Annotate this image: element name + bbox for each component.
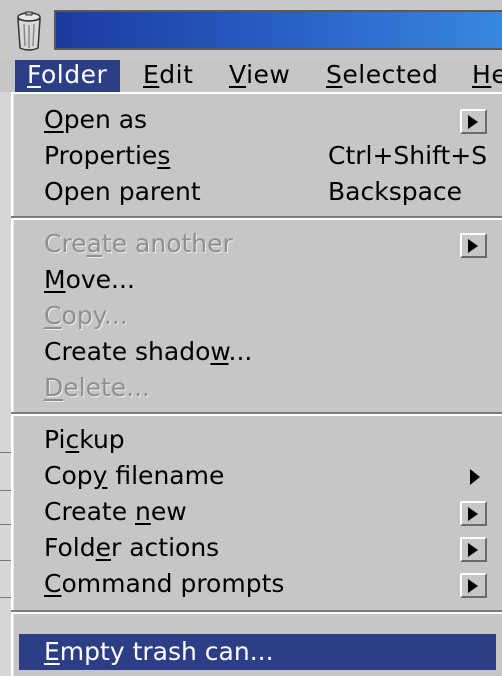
menu-selected-mnemonic: S: [326, 60, 343, 89]
menu-item-copy-filename[interactable]: Copy filename: [13, 458, 502, 494]
menu-item-shortcut: Ctrl+Shift+S: [328, 141, 488, 170]
submenu-arrow-icon: [469, 468, 483, 488]
menu-separator: [11, 610, 502, 614]
submenu-arrow-icon: [460, 501, 487, 526]
menu-folder-label: older: [41, 60, 108, 89]
menu-item-create-shadow[interactable]: Create shadow...: [13, 334, 502, 370]
folder-dropdown-menu: Open as Properties Ctrl+Shift+S Open par…: [11, 92, 502, 676]
menu-item-label: Open as: [44, 105, 148, 134]
menu-item-copy[interactable]: Copy...: [13, 298, 502, 334]
menu-item-shortcut: Backspace: [328, 177, 463, 206]
menu-item-folder-actions[interactable]: Folder actions: [13, 530, 502, 566]
menu-selected-label: elected: [342, 60, 439, 89]
menu-item-label: Folder actions: [44, 533, 220, 562]
menu-item-label: Properties: [44, 141, 171, 170]
menu-item-label: Copy...: [44, 301, 128, 330]
submenu-arrow-icon: [460, 537, 487, 562]
submenu-arrow-icon: [460, 109, 487, 134]
trash-can-icon[interactable]: [14, 10, 44, 52]
menu-item-move[interactable]: Move...: [13, 262, 502, 298]
menu-item-label: Empty trash can...: [44, 637, 274, 666]
menu-help-label: e: [491, 60, 502, 89]
menu-item-properties[interactable]: Properties Ctrl+Shift+S: [13, 138, 502, 174]
menu-edit[interactable]: Edit: [131, 60, 205, 92]
menu-item-label: Command prompts: [44, 569, 285, 598]
menu-edit-mnemonic: E: [143, 60, 160, 89]
menu-item-label: Copy filename: [44, 461, 225, 490]
menu-item-create-another[interactable]: Create another: [13, 226, 502, 262]
menu-item-command-prompts[interactable]: Command prompts: [13, 566, 502, 602]
menu-separator: [11, 412, 502, 416]
menu-help[interactable]: He: [460, 60, 502, 92]
menu-item-create-new[interactable]: Create new: [13, 494, 502, 530]
menu-item-label: Move...: [44, 265, 135, 294]
menu-view-label: iew: [246, 60, 291, 89]
submenu-arrow-icon: [460, 573, 487, 598]
menu-bar: Folder Edit View Selected He: [0, 60, 502, 92]
title-bar-gradient[interactable]: [54, 10, 502, 50]
menu-folder[interactable]: Folder: [15, 60, 120, 92]
menu-item-label: Pickup: [44, 425, 125, 454]
menu-folder-mnemonic: F: [27, 60, 41, 89]
menu-item-label: Create shadow...: [44, 337, 253, 366]
menu-item-open-as[interactable]: Open as: [13, 102, 502, 138]
menu-item-open-parent[interactable]: Open parent Backspace: [13, 174, 502, 210]
menu-separator: [11, 216, 502, 220]
menu-edit-label: dit: [159, 60, 194, 89]
menu-selected[interactable]: Selected: [314, 60, 450, 92]
menu-view-mnemonic: V: [229, 60, 247, 89]
menu-item-delete[interactable]: Delete...: [13, 370, 502, 406]
menu-item-label: Create another: [44, 229, 233, 258]
menu-view[interactable]: View: [217, 60, 302, 92]
menu-item-pickup[interactable]: Pickup: [13, 422, 502, 458]
menu-item-label: Open parent: [44, 177, 201, 206]
submenu-arrow-icon: [460, 233, 487, 258]
title-bar: [0, 0, 502, 61]
menu-item-empty-trash-can[interactable]: Empty trash can...: [19, 634, 496, 670]
menu-help-mnemonic: H: [472, 60, 492, 89]
menu-item-label: Create new: [44, 497, 187, 526]
menu-item-label: Delete...: [44, 373, 150, 402]
